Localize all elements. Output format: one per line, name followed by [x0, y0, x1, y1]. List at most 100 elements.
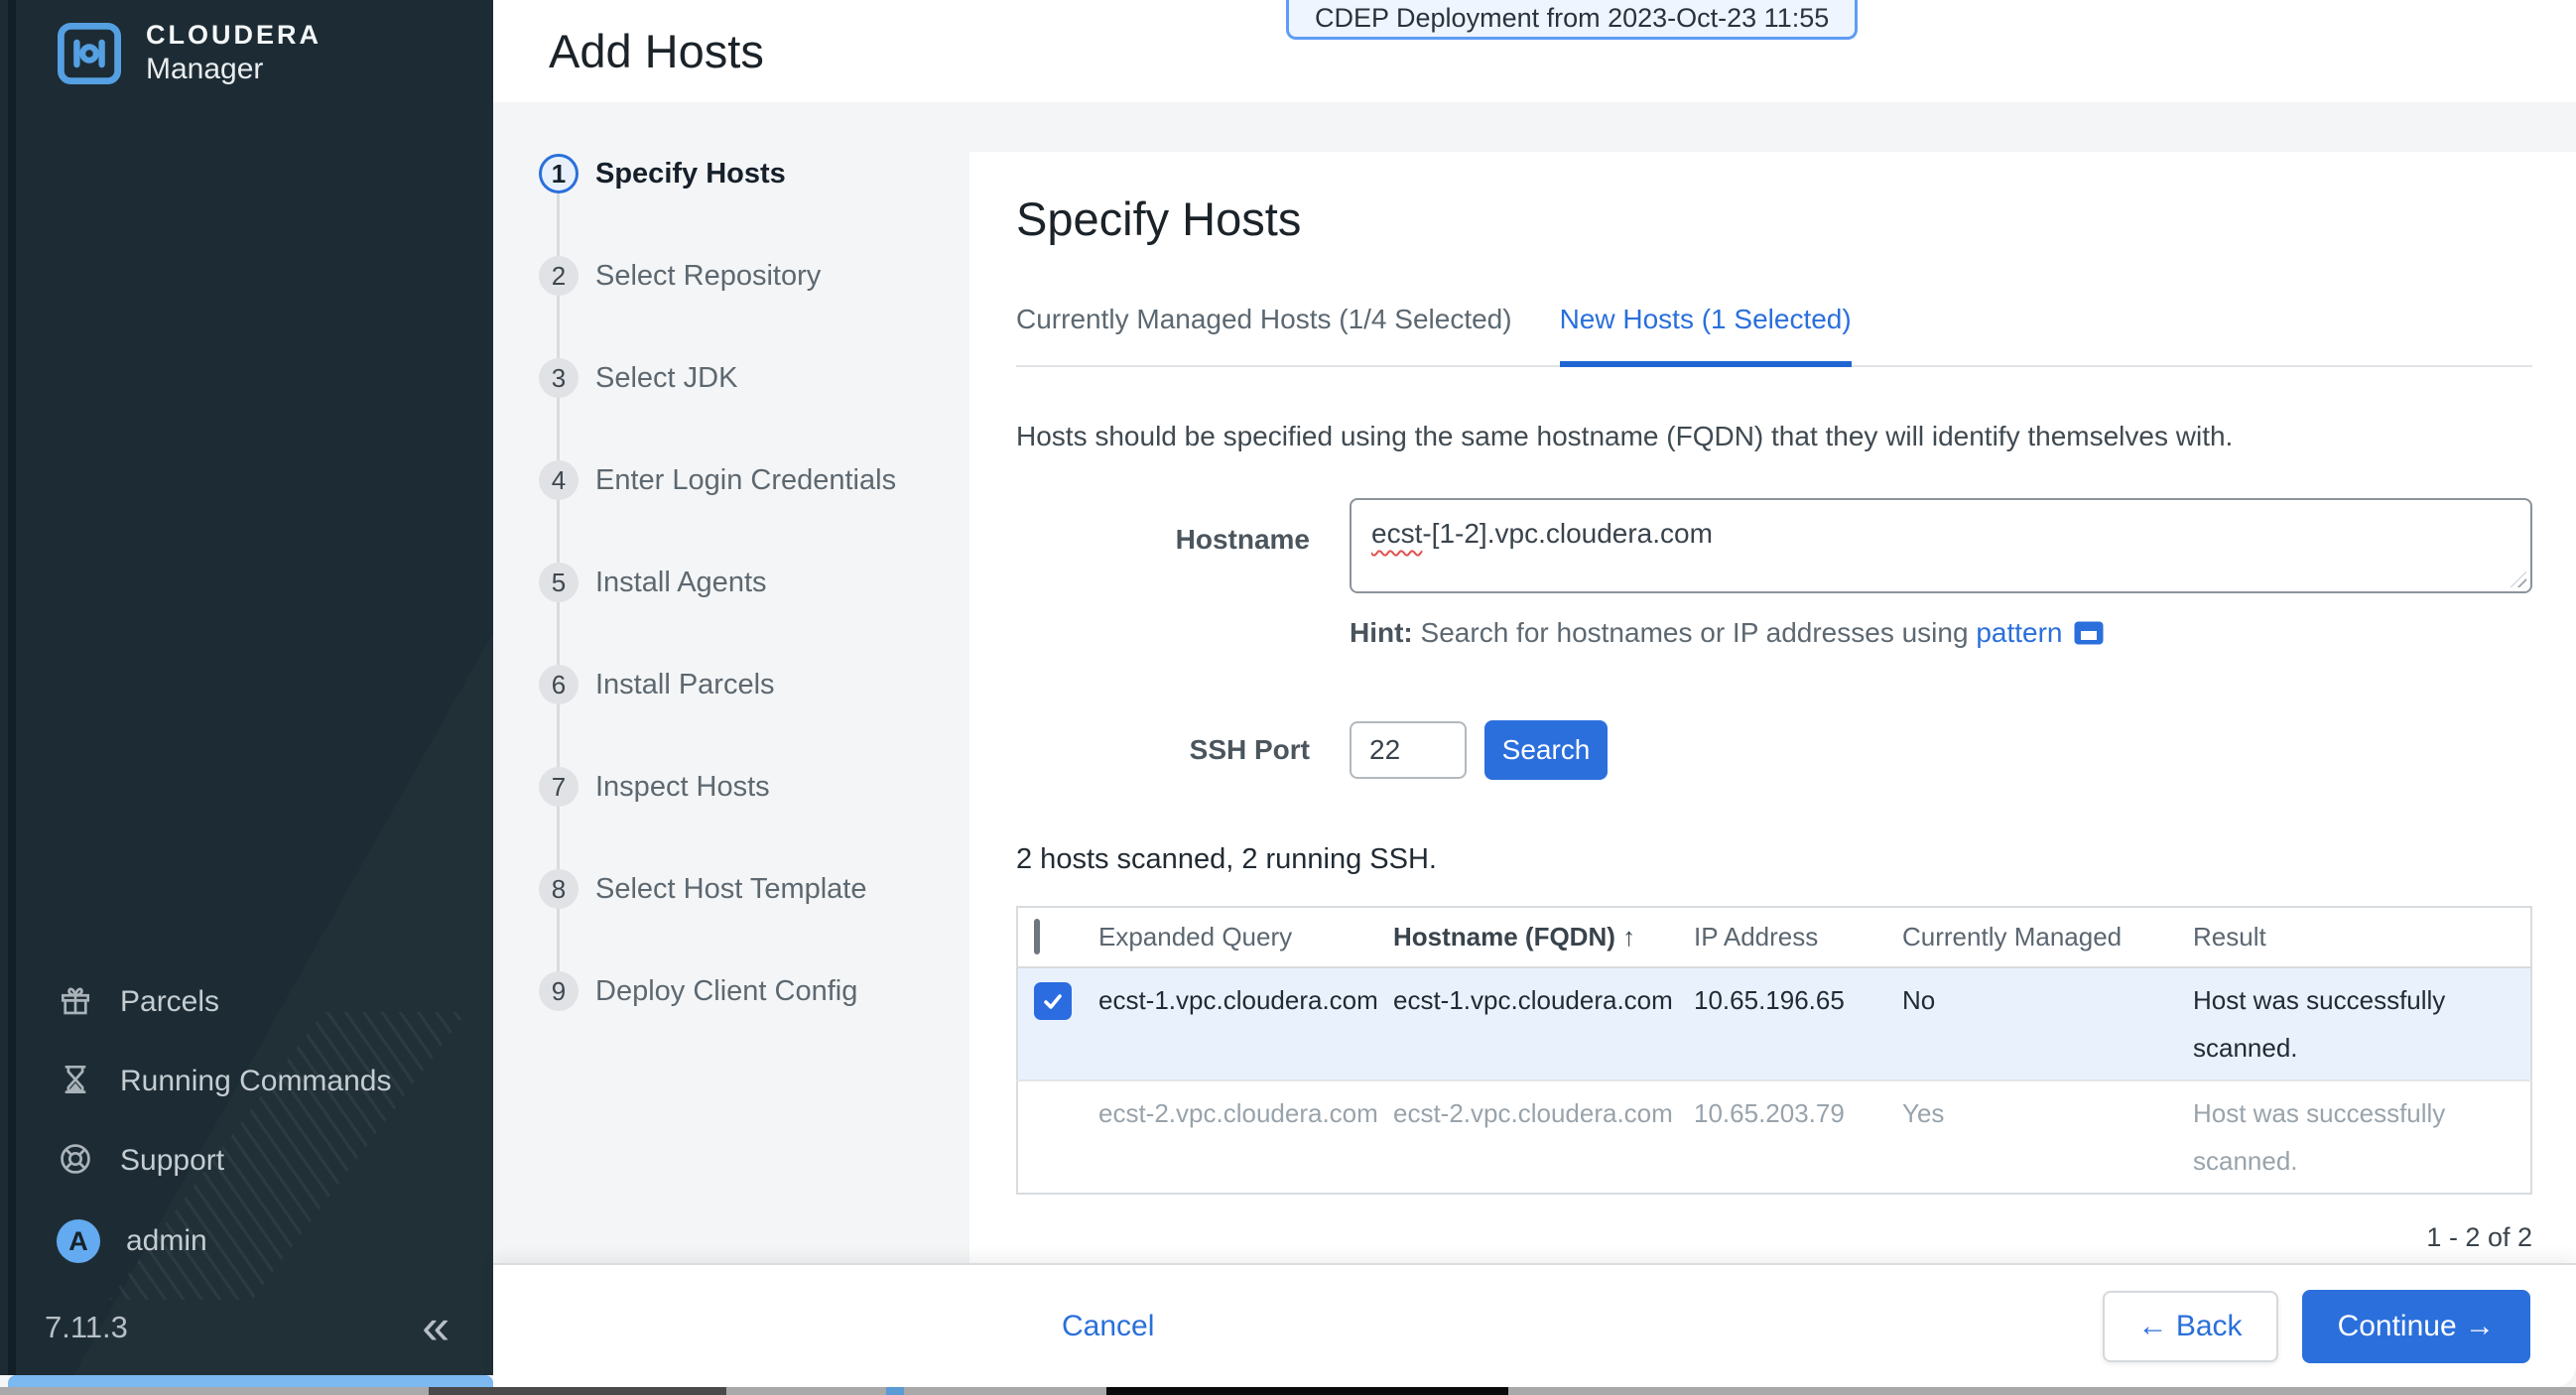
step-inspect-hosts[interactable]: 7 Inspect Hosts	[539, 767, 770, 807]
add-hosts-wizard: Add Hosts CDEP Deployment from 2023-Oct-…	[493, 0, 2576, 1387]
step-enter-login-credentials[interactable]: 4 Enter Login Credentials	[539, 460, 896, 500]
hourglass-icon	[57, 1061, 94, 1103]
tab-currently-managed-hosts[interactable]: Currently Managed Hosts (1/4 Selected)	[1016, 304, 1512, 367]
resize-grip-icon[interactable]	[2511, 571, 2526, 587]
step-label: Inspect Hosts	[595, 771, 770, 804]
hostname-value-misspelled: ecst	[1371, 518, 1422, 549]
collapse-sidebar-icon[interactable]: «	[422, 1298, 450, 1355]
hint-prefix: Hint:	[1350, 617, 1413, 648]
step-number: 9	[539, 971, 579, 1011]
ssh-port-label: SSH Port	[1016, 734, 1350, 766]
ssh-port-input[interactable]	[1350, 721, 1467, 779]
sidebar-item-label: admin	[126, 1224, 207, 1258]
cell-managed: No	[1902, 967, 2193, 1080]
step-label: Install Agents	[595, 567, 767, 599]
sidebar-item-admin[interactable]: A admin	[57, 1220, 207, 1262]
scan-status: 2 hosts scanned, 2 running SSH.	[1016, 843, 2532, 876]
avatar: A	[57, 1219, 100, 1263]
cell-hostname: ecst-2.vpc.cloudera.com	[1393, 1080, 1694, 1194]
pattern-link[interactable]: pattern	[1976, 617, 2062, 648]
step-install-parcels[interactable]: 6 Install Parcels	[539, 665, 775, 704]
version-label: 7.11.3	[45, 1310, 128, 1345]
continue-arrow-icon: →	[2465, 1310, 2495, 1342]
section-heading: Specify Hosts	[1016, 191, 2532, 246]
hostname-label: Hostname	[1016, 498, 1350, 556]
brand-logo[interactable]: CLOUDERA Manager	[57, 20, 322, 86]
brand-product: Manager	[146, 53, 322, 86]
sidebar-item-label: Running Commands	[120, 1065, 391, 1098]
cell-hostname: ecst-1.vpc.cloudera.com	[1393, 967, 1694, 1080]
select-all-checkbox[interactable]	[1034, 919, 1040, 954]
sidebar-item-support[interactable]: Support	[57, 1140, 224, 1182]
wizard-steps-rail: 1 Specify Hosts 2 Select Repository 3 Se…	[493, 102, 969, 1263]
sort-ascending-icon: ↑	[1622, 922, 1635, 951]
cell-result: Host was successfully scanned.	[2193, 1080, 2531, 1194]
sidebar-item-parcels[interactable]: Parcels	[57, 981, 219, 1023]
table-header-row: Expanded Query Hostname (FQDN) ↑ IP Addr…	[1017, 907, 2531, 967]
cloudera-logo-icon	[57, 22, 122, 85]
sidebar-bottom-strip	[8, 1375, 493, 1387]
step-label: Select Host Template	[595, 873, 867, 906]
step-number: 5	[539, 563, 579, 602]
cloudera-manager-add-hosts-screen: CLOUDERA Manager Parcels	[0, 0, 2576, 1395]
cell-ip: 10.65.203.79	[1694, 1080, 1902, 1194]
col-hostname-fqdn[interactable]: Hostname (FQDN) ↑	[1393, 907, 1694, 967]
sidebar-item-running-commands[interactable]: Running Commands	[57, 1061, 391, 1102]
scanned-hosts-table: Expanded Query Hostname (FQDN) ↑ IP Addr…	[1016, 906, 2532, 1195]
step-deploy-client-config[interactable]: 9 Deploy Client Config	[539, 971, 857, 1011]
step-number: 8	[539, 869, 579, 909]
step-select-repository[interactable]: 2 Select Repository	[539, 256, 821, 296]
step-label: Install Parcels	[595, 669, 775, 701]
step-specify-hosts[interactable]: 1 Specify Hosts	[539, 154, 786, 193]
step-select-host-template[interactable]: 8 Select Host Template	[539, 869, 867, 909]
step-label: Select Repository	[595, 260, 821, 293]
cancel-button[interactable]: Cancel	[1062, 1310, 1154, 1343]
search-button[interactable]: Search	[1484, 720, 1608, 780]
col-ip-address[interactable]: IP Address	[1694, 907, 1902, 967]
table-row[interactable]: ecst-1.vpc.cloudera.com ecst-1.vpc.cloud…	[1017, 967, 2531, 1080]
step-number: 3	[539, 358, 579, 398]
table-row: ecst-2.vpc.cloudera.com ecst-2.vpc.cloud…	[1017, 1080, 2531, 1194]
row-checkbox-checked[interactable]	[1034, 982, 1072, 1020]
step-number: 4	[539, 460, 579, 500]
wizard-header: Add Hosts CDEP Deployment from 2023-Oct-…	[493, 0, 2576, 102]
background-fragment	[886, 1387, 904, 1395]
cell-expanded-query: ecst-2.vpc.cloudera.com	[1098, 1080, 1393, 1194]
step-label: Enter Login Credentials	[595, 464, 896, 497]
background-page-fragment	[0, 1387, 2576, 1395]
app-sidebar: CLOUDERA Manager Parcels	[0, 0, 493, 1375]
col-currently-managed[interactable]: Currently Managed	[1902, 907, 2193, 967]
open-window-icon	[2073, 620, 2105, 646]
continue-button[interactable]: Continue →	[2302, 1290, 2530, 1363]
col-result[interactable]: Result	[2193, 907, 2531, 967]
col-expanded-query[interactable]: Expanded Query	[1098, 907, 1393, 967]
wizard-footer: Cancel ← Back Continue →	[493, 1263, 2576, 1387]
ssh-port-row: SSH Port Search	[1016, 720, 2532, 780]
gift-icon	[57, 981, 94, 1024]
pagination-label: 1 - 2 of 2	[1016, 1222, 2532, 1253]
step-number: 1	[539, 154, 579, 193]
step-number: 7	[539, 767, 579, 807]
brand-name: CLOUDERA	[146, 20, 322, 51]
host-tabs: Currently Managed Hosts (1/4 Selected) N…	[1016, 304, 2532, 367]
lifebuoy-icon	[57, 1140, 94, 1183]
tab-new-hosts[interactable]: New Hosts (1 Selected)	[1560, 304, 1852, 367]
hostname-row: Hostname ecst-[1-2].vpc.cloudera.com	[1016, 498, 2532, 593]
step-label: Specify Hosts	[595, 158, 786, 190]
step-label: Select JDK	[595, 362, 737, 395]
page-title: Add Hosts	[549, 24, 764, 78]
cell-expanded-query: ecst-1.vpc.cloudera.com	[1098, 967, 1393, 1080]
cell-result: Host was successfully scanned.	[2193, 967, 2531, 1080]
sidebar-item-label: Parcels	[120, 985, 219, 1019]
hint-text: Search for hostnames or IP addresses usi…	[1413, 617, 1977, 648]
background-fragment	[1106, 1387, 1508, 1395]
cell-ip: 10.65.196.65	[1694, 967, 1902, 1080]
back-arrow-icon: ←	[2138, 1310, 2168, 1342]
step-select-jdk[interactable]: 3 Select JDK	[539, 358, 737, 398]
step-number: 2	[539, 256, 579, 296]
step-install-agents[interactable]: 5 Install Agents	[539, 563, 767, 602]
background-fragment	[429, 1387, 726, 1395]
hostname-input[interactable]: ecst-[1-2].vpc.cloudera.com	[1350, 498, 2532, 593]
step-number: 6	[539, 665, 579, 704]
back-button[interactable]: ← Back	[2103, 1291, 2278, 1362]
